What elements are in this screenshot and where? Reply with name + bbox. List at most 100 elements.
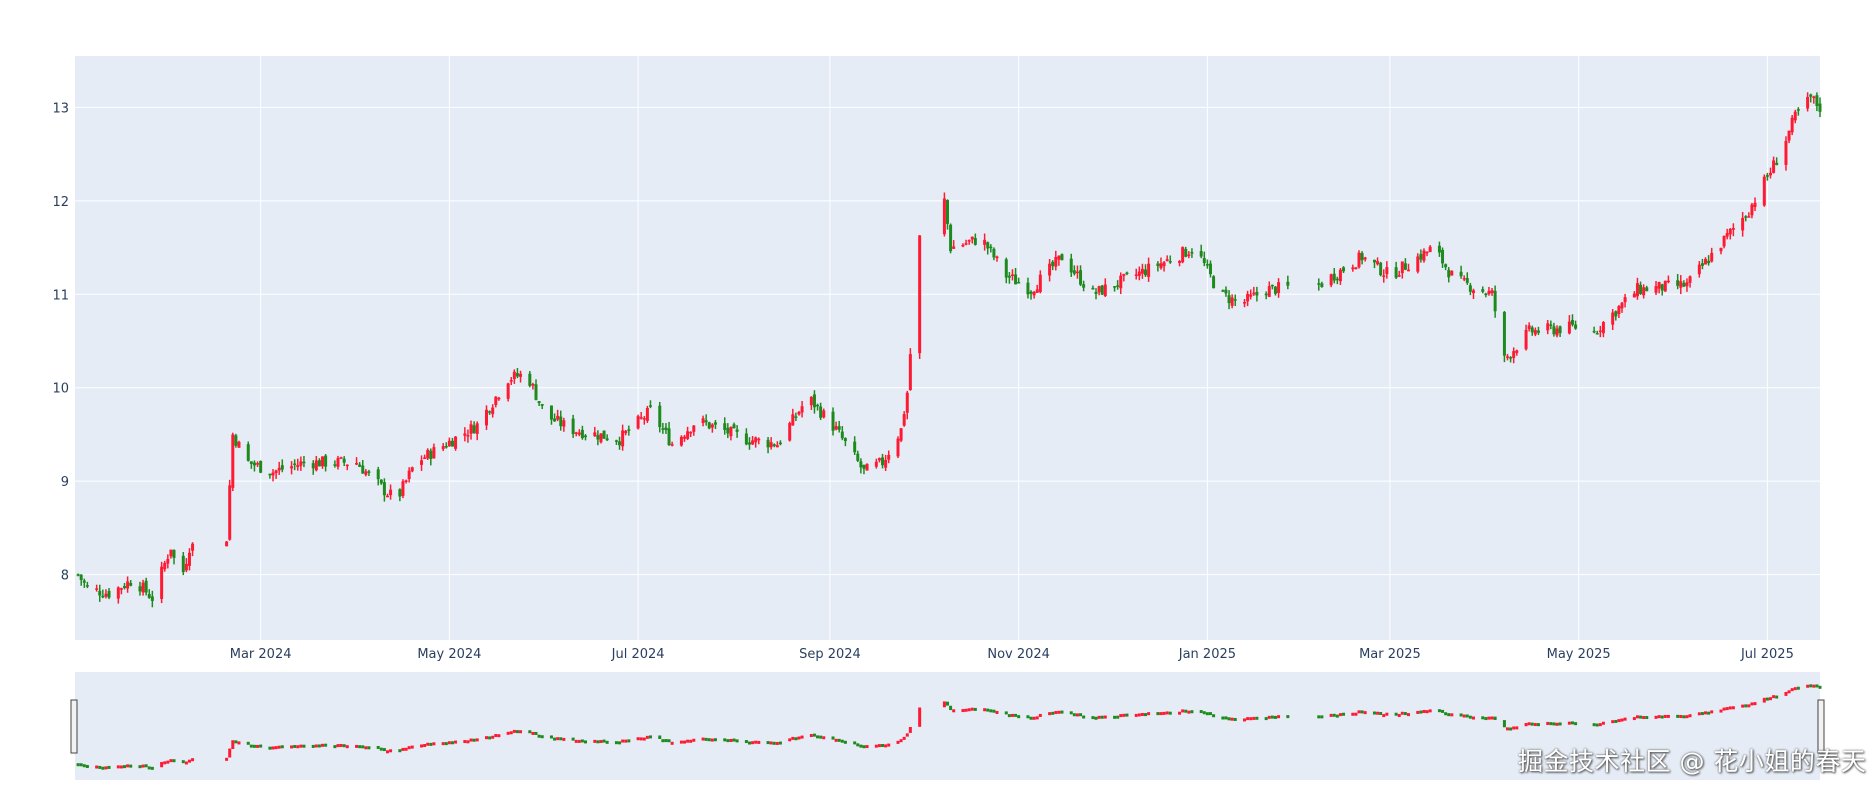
candle-body[interactable] — [129, 582, 133, 586]
candle-body[interactable] — [1592, 330, 1596, 333]
candle-body[interactable] — [1342, 267, 1346, 272]
candle-body[interactable] — [296, 465, 300, 468]
candle-body[interactable] — [302, 461, 306, 464]
candle-body[interactable] — [454, 436, 458, 449]
candle-body[interactable] — [556, 415, 560, 420]
candle-body[interactable] — [884, 459, 888, 468]
candle-body[interactable] — [1697, 264, 1701, 275]
candle-body[interactable] — [1051, 261, 1055, 267]
candle-body[interactable] — [1094, 291, 1098, 294]
candle-body[interactable] — [636, 416, 640, 429]
candle-body[interactable] — [166, 558, 170, 564]
candle-body[interactable] — [970, 236, 974, 240]
candle-body[interactable] — [509, 380, 513, 382]
candle-body[interactable] — [1273, 286, 1277, 294]
candle-body[interactable] — [986, 242, 990, 249]
candle-body[interactable] — [528, 373, 532, 386]
candle-body[interactable] — [1038, 274, 1042, 292]
candle-body[interactable] — [1249, 294, 1253, 297]
candle-body[interactable] — [1812, 96, 1816, 98]
candle-body[interactable] — [1768, 172, 1772, 176]
candle-body[interactable] — [791, 414, 795, 426]
candle-body[interactable] — [252, 462, 256, 466]
candle-body[interactable] — [1722, 235, 1726, 247]
candle-body[interactable] — [1246, 293, 1250, 302]
candle-body[interactable] — [1397, 275, 1401, 277]
candle-body[interactable] — [645, 407, 649, 421]
candle-body[interactable] — [1710, 252, 1714, 262]
candle-body[interactable] — [494, 396, 498, 406]
candle-body[interactable] — [549, 405, 553, 420]
candle-body[interactable] — [147, 593, 151, 598]
candle-body[interactable] — [1010, 274, 1014, 277]
candle-body[interactable] — [314, 460, 318, 471]
candle-body[interactable] — [101, 595, 105, 598]
candle-body[interactable] — [540, 404, 544, 406]
candle-body[interactable] — [1317, 283, 1321, 285]
candle-body[interactable] — [1719, 247, 1723, 252]
candle-body[interactable] — [160, 566, 164, 599]
candle-body[interactable] — [1227, 295, 1231, 304]
candle-body[interactable] — [401, 481, 405, 496]
candle-body[interactable] — [1103, 284, 1107, 297]
candle-body[interactable] — [268, 473, 272, 476]
candle-body[interactable] — [1264, 293, 1268, 296]
candle-body[interactable] — [605, 438, 609, 441]
candle-body[interactable] — [1437, 245, 1441, 253]
candle-body[interactable] — [1524, 329, 1528, 350]
candle-body[interactable] — [599, 433, 603, 443]
candle-body[interactable] — [225, 541, 229, 547]
candle-body[interactable] — [184, 563, 188, 571]
candle-body[interactable] — [1502, 312, 1506, 356]
candle-body[interactable] — [1468, 285, 1472, 292]
candle-body[interactable] — [1267, 286, 1271, 297]
candle-body[interactable] — [908, 354, 912, 391]
candle-body[interactable] — [1363, 257, 1367, 260]
candle-body[interactable] — [181, 555, 185, 573]
candle-body[interactable] — [862, 464, 866, 469]
candle-body[interactable] — [429, 450, 433, 459]
candle-body[interactable] — [800, 406, 804, 413]
candle-body[interactable] — [1617, 306, 1621, 315]
candle-body[interactable] — [256, 463, 260, 465]
candle-body[interactable] — [1181, 247, 1185, 263]
candle-body[interactable] — [1029, 291, 1033, 294]
candle-body[interactable] — [1035, 289, 1039, 293]
candle-body[interactable] — [1252, 292, 1256, 295]
candle-body[interactable] — [450, 440, 454, 447]
candle-body[interactable] — [1351, 267, 1355, 270]
candle-body[interactable] — [1144, 269, 1148, 276]
candle-body[interactable] — [853, 441, 857, 453]
candle-body[interactable] — [1187, 254, 1191, 257]
candle-body[interactable] — [639, 417, 643, 419]
candle-body[interactable] — [689, 431, 693, 434]
candle-body[interactable] — [355, 463, 359, 465]
candle-body[interactable] — [1663, 280, 1667, 292]
candle-body[interactable] — [887, 454, 891, 460]
candle-body[interactable] — [1784, 140, 1788, 165]
candle-body[interactable] — [627, 429, 631, 431]
candle-body[interactable] — [512, 371, 516, 380]
candle-body[interactable] — [1159, 263, 1163, 269]
candle-body[interactable] — [1512, 351, 1516, 358]
candle-body[interactable] — [952, 246, 956, 249]
candle-body[interactable] — [865, 464, 869, 471]
candle-body[interactable] — [856, 453, 860, 461]
candle-body[interactable] — [1190, 252, 1194, 254]
candle-body[interactable] — [1441, 249, 1445, 264]
candle-body[interactable] — [1527, 325, 1531, 330]
candle-body[interactable] — [249, 461, 253, 464]
candle-body[interactable] — [1057, 255, 1061, 260]
candle-body[interactable] — [1676, 280, 1680, 286]
candle-body[interactable] — [1100, 285, 1104, 295]
candle-body[interactable] — [531, 384, 535, 386]
candle-body[interactable] — [837, 426, 841, 430]
candle-body[interactable] — [788, 423, 792, 441]
candle-body[interactable] — [463, 433, 467, 436]
candle-body[interactable] — [1685, 282, 1689, 287]
candle-body[interactable] — [1747, 216, 1751, 218]
candle-body[interactable] — [593, 432, 597, 437]
rangeslider-handle-left[interactable] — [70, 699, 78, 754]
candle-body[interactable] — [840, 431, 844, 439]
candle-body[interactable] — [404, 480, 408, 482]
